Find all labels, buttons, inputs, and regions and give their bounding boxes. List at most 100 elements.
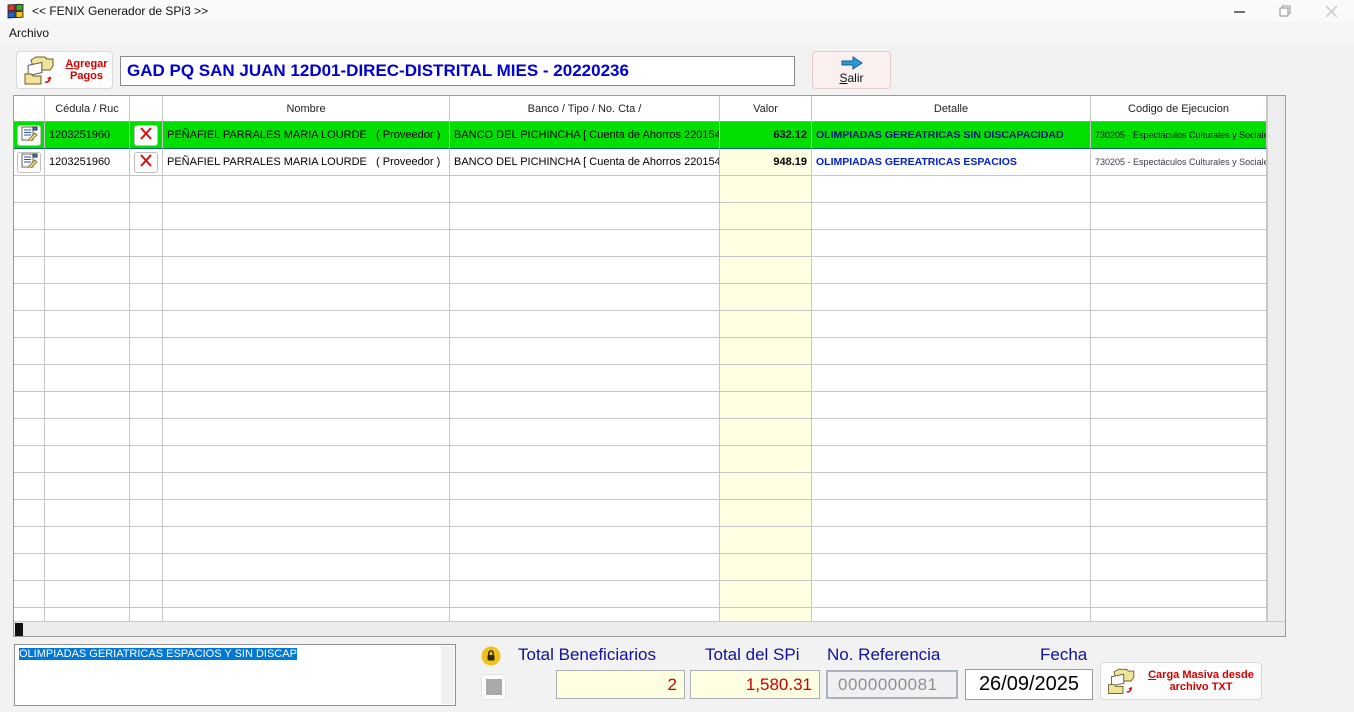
valor-cell — [720, 581, 812, 608]
codigo-cell: 730205 - Espectáculos Culturales y Socia… — [1091, 122, 1267, 149]
restore-icon — [1279, 5, 1291, 17]
valor-cell — [720, 392, 812, 419]
grid-vertical-scrollbar[interactable] — [1267, 96, 1285, 621]
edit-row-button[interactable] — [17, 125, 41, 146]
detalle-cell — [812, 284, 1091, 311]
detalle-cell — [812, 500, 1091, 527]
no-referencia-value: 0000000081 — [826, 670, 958, 699]
cedula-cell — [45, 392, 130, 419]
detalle-cell — [812, 338, 1091, 365]
delete-cell — [130, 230, 163, 257]
valor-cell — [720, 203, 812, 230]
detalle-cell — [812, 176, 1091, 203]
agregar-pagos-label-line1: Agregar — [61, 58, 112, 70]
menu-archivo[interactable]: Archivo — [0, 24, 58, 42]
table-row[interactable] — [14, 203, 1267, 230]
table-row[interactable] — [14, 446, 1267, 473]
delete-cell — [130, 203, 163, 230]
valor-cell — [720, 284, 812, 311]
row-button-cell — [14, 500, 45, 527]
delete-cell — [130, 581, 163, 608]
minimize-button[interactable] — [1216, 0, 1262, 22]
table-row[interactable] — [14, 419, 1267, 446]
cedula-cell: 1203251960 — [45, 149, 130, 176]
nombre-cell: PEÑAFIEL PARRALES MARIA LOURDE ( Proveed… — [163, 122, 450, 149]
spi-title-input[interactable] — [120, 56, 795, 86]
cedula-cell — [45, 473, 130, 500]
agregar-pagos-button[interactable]: Agregar Pagos — [16, 51, 113, 89]
gray-swatch-button[interactable] — [481, 674, 506, 700]
table-row[interactable] — [14, 581, 1267, 608]
col-header-valor: Valor — [720, 96, 812, 122]
detalle-cell — [812, 365, 1091, 392]
delete-cell — [130, 500, 163, 527]
table-row[interactable]: 1203251960PEÑAFIEL PARRALES MARIA LOURDE… — [14, 122, 1267, 149]
detalle-cell: OLIMPIADAS GEREATRICAS SIN DISCAPACIDAD — [812, 122, 1091, 149]
valor-cell — [720, 446, 812, 473]
row-button-cell — [14, 446, 45, 473]
row-button-cell — [14, 554, 45, 581]
banco-cell: BANCO DEL PICHINCHA [ Cuenta de Ahorros … — [450, 122, 720, 149]
row-button-cell — [14, 473, 45, 500]
codigo-cell — [1091, 311, 1267, 338]
cedula-cell — [45, 311, 130, 338]
row-button-cell — [14, 149, 45, 176]
col-header-banco: Banco / Tipo / No. Cta / — [450, 96, 720, 122]
valor-cell — [720, 527, 812, 554]
fecha-input[interactable]: 26/09/2025 — [965, 669, 1093, 700]
detalle-textarea-scrollbar[interactable] — [441, 646, 454, 704]
table-row[interactable] — [14, 230, 1267, 257]
table-row[interactable]: 1203251960PEÑAFIEL PARRALES MARIA LOURDE… — [14, 149, 1267, 176]
delete-row-button[interactable] — [134, 152, 158, 173]
table-row[interactable] — [14, 473, 1267, 500]
table-row[interactable] — [14, 365, 1267, 392]
table-row[interactable] — [14, 500, 1267, 527]
banco-cell — [450, 176, 720, 203]
col-header-rowbutton — [14, 96, 45, 122]
table-row[interactable] — [14, 311, 1267, 338]
agregar-pagos-label-line2: Pagos — [61, 70, 112, 82]
col-header-detalle: Detalle — [812, 96, 1091, 122]
banco-cell — [450, 554, 720, 581]
table-row[interactable] — [14, 338, 1267, 365]
carga-masiva-label-line1: Carga Masiva desde — [1141, 669, 1261, 681]
codigo-cell — [1091, 446, 1267, 473]
table-row[interactable] — [14, 257, 1267, 284]
delete-cell — [130, 176, 163, 203]
detalle-cell — [812, 257, 1091, 284]
delete-row-button[interactable] — [134, 125, 158, 146]
edit-row-button[interactable] — [17, 152, 41, 173]
codigo-cell — [1091, 500, 1267, 527]
detalle-textarea[interactable]: OLIMPIADAS GERIATRICAS ESPACIOS Y SIN DI… — [14, 644, 456, 706]
table-row[interactable] — [14, 284, 1267, 311]
table-row[interactable] — [14, 176, 1267, 203]
nombre-cell — [163, 338, 450, 365]
close-button[interactable] — [1308, 0, 1354, 22]
table-row[interactable] — [14, 527, 1267, 554]
cedula-cell — [45, 500, 130, 527]
cedula-cell — [45, 257, 130, 284]
grid-horizontal-scrollbar[interactable] — [14, 621, 1285, 637]
menubar: Archivo — [0, 22, 1354, 43]
row-button-cell — [14, 230, 45, 257]
edit-row-icon — [21, 153, 38, 171]
bulk-load-folder-icon — [1105, 666, 1141, 696]
detalle-cell — [812, 419, 1091, 446]
banco-cell — [450, 419, 720, 446]
table-row[interactable] — [14, 392, 1267, 419]
table-row[interactable] — [14, 554, 1267, 581]
grid-horizontal-scrollbar-thumb[interactable] — [15, 623, 23, 636]
banco-cell — [450, 581, 720, 608]
nombre-cell — [163, 311, 450, 338]
valor-cell — [720, 500, 812, 527]
restore-button[interactable] — [1262, 0, 1308, 22]
cedula-cell — [45, 365, 130, 392]
cedula-cell — [45, 203, 130, 230]
cedula-cell — [45, 419, 130, 446]
delete-cell — [130, 527, 163, 554]
carga-masiva-button[interactable]: Carga Masiva desde archivo TXT — [1100, 662, 1262, 700]
detalle-cell: OLIMPIADAS GEREATRICAS ESPACIOS — [812, 149, 1091, 176]
delete-cell — [130, 446, 163, 473]
salir-button[interactable]: Salir — [812, 51, 891, 89]
nombre-cell — [163, 554, 450, 581]
